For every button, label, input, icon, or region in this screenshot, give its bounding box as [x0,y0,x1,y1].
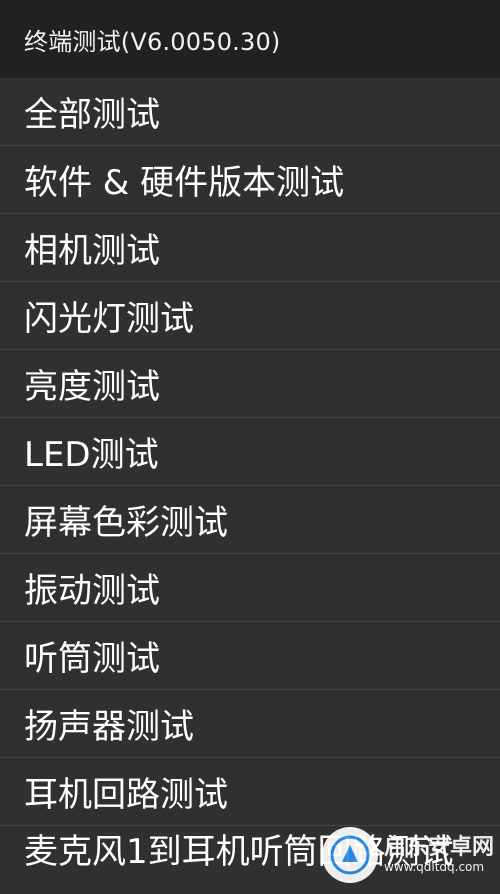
app-title: 终端测试(V6.0050.30) [24,27,281,56]
app-bar: 终端测试(V6.0050.30) [0,0,500,78]
menu-item-led-test[interactable]: LED测试 [0,418,500,486]
watermark-url: www.qdltdq.com [383,859,485,874]
watermark-logo-icon [321,827,378,883]
test-menu-list: 全部测试 软件 & 硬件版本测试 相机测试 闪光灯测试 亮度测试 LED测试 屏… [0,78,500,894]
menu-item-receiver-test[interactable]: 听筒测试 [0,622,500,690]
watermark-name: 启东安卓网 [383,835,494,861]
menu-item-brightness-test[interactable]: 亮度测试 [0,350,500,418]
menu-item-headset-loop-test[interactable]: 耳机回路测试 [0,758,500,826]
menu-item-speaker-test[interactable]: 扬声器测试 [0,690,500,758]
menu-item-screen-color-test[interactable]: 屏幕色彩测试 [0,486,500,554]
menu-item-all-tests[interactable]: 全部测试 [0,78,500,146]
menu-item-flashlight-test[interactable]: 闪光灯测试 [0,282,500,350]
menu-item-sw-hw-version-test[interactable]: 软件 & 硬件版本测试 [0,146,500,214]
menu-item-camera-test[interactable]: 相机测试 [0,214,500,282]
watermark: 启东安卓网 www.qdltdq.com [321,827,494,883]
menu-item-vibration-test[interactable]: 振动测试 [0,554,500,622]
